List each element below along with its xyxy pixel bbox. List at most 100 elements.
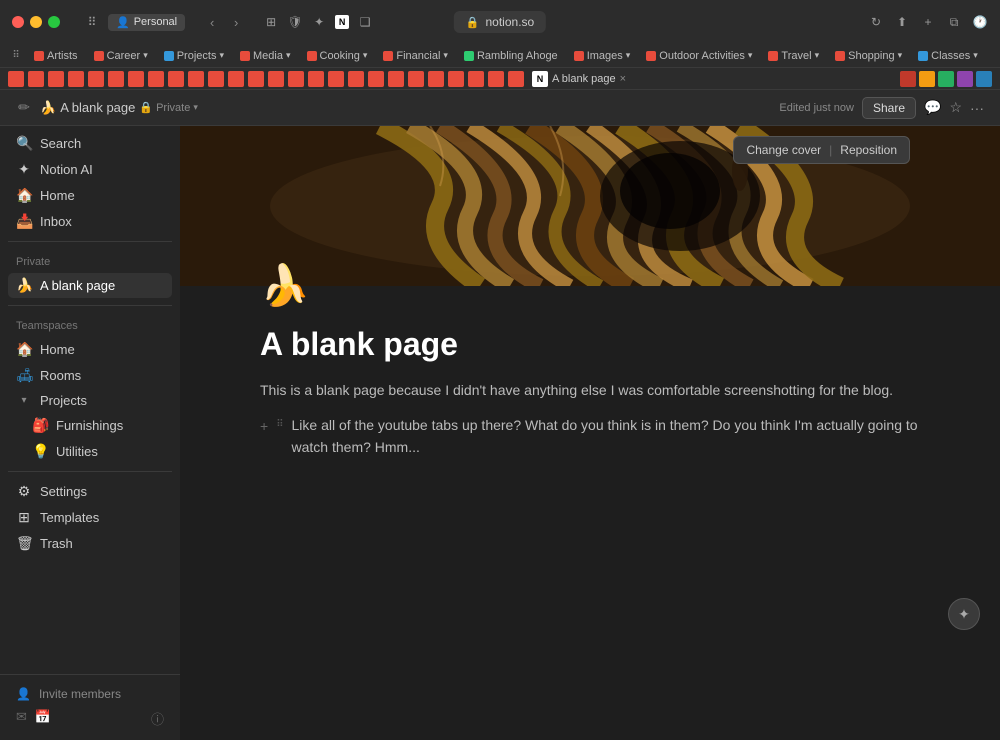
bookmark-shopping[interactable]: Shopping ▾ — [829, 48, 908, 64]
add-block-button[interactable]: + — [260, 415, 268, 437]
address-bar[interactable]: 🔒 notion.so — [454, 11, 546, 33]
bookmark-artists[interactable]: Artists — [28, 48, 84, 64]
help-icon[interactable]: ⓘ — [151, 709, 164, 728]
bookmark-travel[interactable]: Travel ▾ — [762, 48, 825, 64]
drag-handle[interactable]: ⠿ — [276, 417, 283, 433]
sidebar-item-ts-utilities[interactable]: 💡 Utilities — [8, 439, 172, 464]
bookmark-rambling[interactable]: Rambling Ahoge — [458, 48, 564, 64]
notion-ai-float-button[interactable]: ✦ — [948, 598, 980, 630]
tab-close[interactable]: × — [620, 73, 626, 85]
favicon-3[interactable] — [48, 71, 64, 87]
sidebar-item-ts-furnishings[interactable]: 🎒 Furnishings — [8, 413, 172, 438]
favicon-extra-1[interactable] — [900, 71, 916, 87]
favicon-8[interactable] — [148, 71, 164, 87]
sidebar-item-ts-projects[interactable]: ▾ Projects — [8, 389, 172, 412]
reload-icon[interactable]: ↻ — [868, 14, 884, 30]
favicon-19[interactable] — [368, 71, 384, 87]
favicon-17[interactable] — [328, 71, 344, 87]
note-icon[interactable]: ❑ — [357, 14, 373, 30]
favicon-extra-4[interactable] — [957, 71, 973, 87]
comment-icon[interactable]: 💬 — [924, 99, 941, 116]
favicon-14[interactable] — [268, 71, 284, 87]
share-button[interactable]: Share — [862, 97, 916, 119]
favicon-notion[interactable]: N — [532, 71, 548, 87]
favicon-22[interactable] — [428, 71, 444, 87]
new-tab-icon[interactable]: + — [920, 14, 936, 30]
extensions-icon[interactable]: ⊞ — [263, 14, 279, 30]
reposition-label[interactable]: Reposition — [840, 143, 897, 157]
sidebar-item-notion-ai[interactable]: ✦ Notion AI — [8, 157, 172, 182]
workspace-badge[interactable]: 👤 Personal — [108, 14, 185, 31]
sidebar-inbox-label: Inbox — [40, 214, 72, 229]
bookmark-images[interactable]: Images ▾ — [568, 48, 637, 64]
favicon-2[interactable] — [28, 71, 44, 87]
favicon-1[interactable] — [8, 71, 24, 87]
favicon-15[interactable] — [288, 71, 304, 87]
sidebar-item-settings[interactable]: ⚙ Settings — [8, 479, 172, 504]
minimize-button[interactable] — [30, 16, 42, 28]
sidebar-item-home[interactable]: 🏠 Home — [8, 183, 172, 208]
fullscreen-button[interactable] — [48, 16, 60, 28]
favicon-23[interactable] — [448, 71, 464, 87]
lock-badge[interactable]: 🔒 Private ▾ — [139, 101, 197, 114]
toolbar-right: Edited just now Share 💬 ☆ ··· — [779, 97, 984, 119]
sidebar-item-blank-page[interactable]: 🍌 A blank page — [8, 273, 172, 298]
change-cover-label[interactable]: Change cover — [746, 143, 821, 157]
favicon-20[interactable] — [388, 71, 404, 87]
bookmark-projects[interactable]: Projects ▾ — [158, 48, 230, 64]
favicon-extra-3[interactable] — [938, 71, 954, 87]
bookmark-media[interactable]: Media ▾ — [234, 48, 297, 64]
forward-button[interactable]: › — [225, 11, 247, 33]
favicon-24[interactable] — [468, 71, 484, 87]
notion-icon[interactable]: N — [335, 15, 349, 29]
share-icon[interactable]: ⬆ — [894, 14, 910, 30]
apps-icon[interactable]: ⠿ — [8, 48, 24, 64]
bookmark-cooking[interactable]: Cooking ▾ — [301, 48, 374, 64]
favicon-extra-2[interactable] — [919, 71, 935, 87]
grid-icon[interactable]: ⠿ — [84, 14, 100, 30]
sidebar-item-ts-rooms[interactable]: 🛋 Rooms — [8, 363, 172, 388]
favicon-7[interactable] — [128, 71, 144, 87]
favicon-5[interactable] — [88, 71, 104, 87]
sidebar-toggle-icon[interactable]: ⧉ — [946, 14, 962, 30]
star-icon[interactable]: ☆ — [949, 99, 962, 116]
invite-members-button[interactable]: 👤 Invite members — [8, 683, 172, 705]
favicon-11[interactable] — [208, 71, 224, 87]
favicon-26[interactable] — [508, 71, 524, 87]
email-icon[interactable]: ✉ — [16, 709, 27, 728]
bookmark-icon — [464, 51, 474, 61]
shield-icon[interactable]: 🛡 — [287, 14, 303, 30]
calendar-icon[interactable]: 📅 — [35, 709, 51, 728]
favicon-4[interactable] — [68, 71, 84, 87]
sidebar-item-ts-home[interactable]: 🏠 Home — [8, 337, 172, 362]
history-icon[interactable]: 🕐 — [972, 14, 988, 30]
page-emoji[interactable]: 🍌 — [260, 262, 920, 309]
back-button[interactable]: ‹ — [201, 11, 223, 33]
edit-icon[interactable]: ✏ — [16, 100, 32, 116]
sparkle-icon[interactable]: ✦ — [311, 14, 327, 30]
favicon-6[interactable] — [108, 71, 124, 87]
more-options-icon[interactable]: ··· — [970, 100, 984, 116]
bookmark-classes[interactable]: Classes ▾ — [912, 48, 984, 64]
sidebar-item-trash[interactable]: 🗑 Trash — [8, 531, 172, 556]
close-button[interactable] — [12, 16, 24, 28]
bookmark-outdoor[interactable]: Outdoor Activities ▾ — [640, 48, 758, 64]
chevron-icon: ▾ — [219, 50, 224, 61]
bookmark-icon — [240, 51, 250, 61]
sidebar-item-templates[interactable]: ⊞ Templates — [8, 505, 172, 530]
active-tab-label[interactable]: A blank page — [552, 73, 616, 85]
favicon-16[interactable] — [308, 71, 324, 87]
favicon-25[interactable] — [488, 71, 504, 87]
sidebar-item-inbox[interactable]: 📥 Inbox — [8, 209, 172, 234]
favicon-13[interactable] — [248, 71, 264, 87]
favicon-10[interactable] — [188, 71, 204, 87]
bookmark-financial[interactable]: Financial ▾ — [377, 48, 454, 64]
favicon-18[interactable] — [348, 71, 364, 87]
sidebar-item-search[interactable]: 🔍 Search — [8, 131, 172, 156]
titlebar-right: ↻ ⬆ + ⧉ 🕐 — [868, 14, 988, 30]
bookmark-career[interactable]: Career ▾ — [88, 48, 154, 64]
favicon-9[interactable] — [168, 71, 184, 87]
favicon-extra-5[interactable] — [976, 71, 992, 87]
favicon-21[interactable] — [408, 71, 424, 87]
favicon-12[interactable] — [228, 71, 244, 87]
